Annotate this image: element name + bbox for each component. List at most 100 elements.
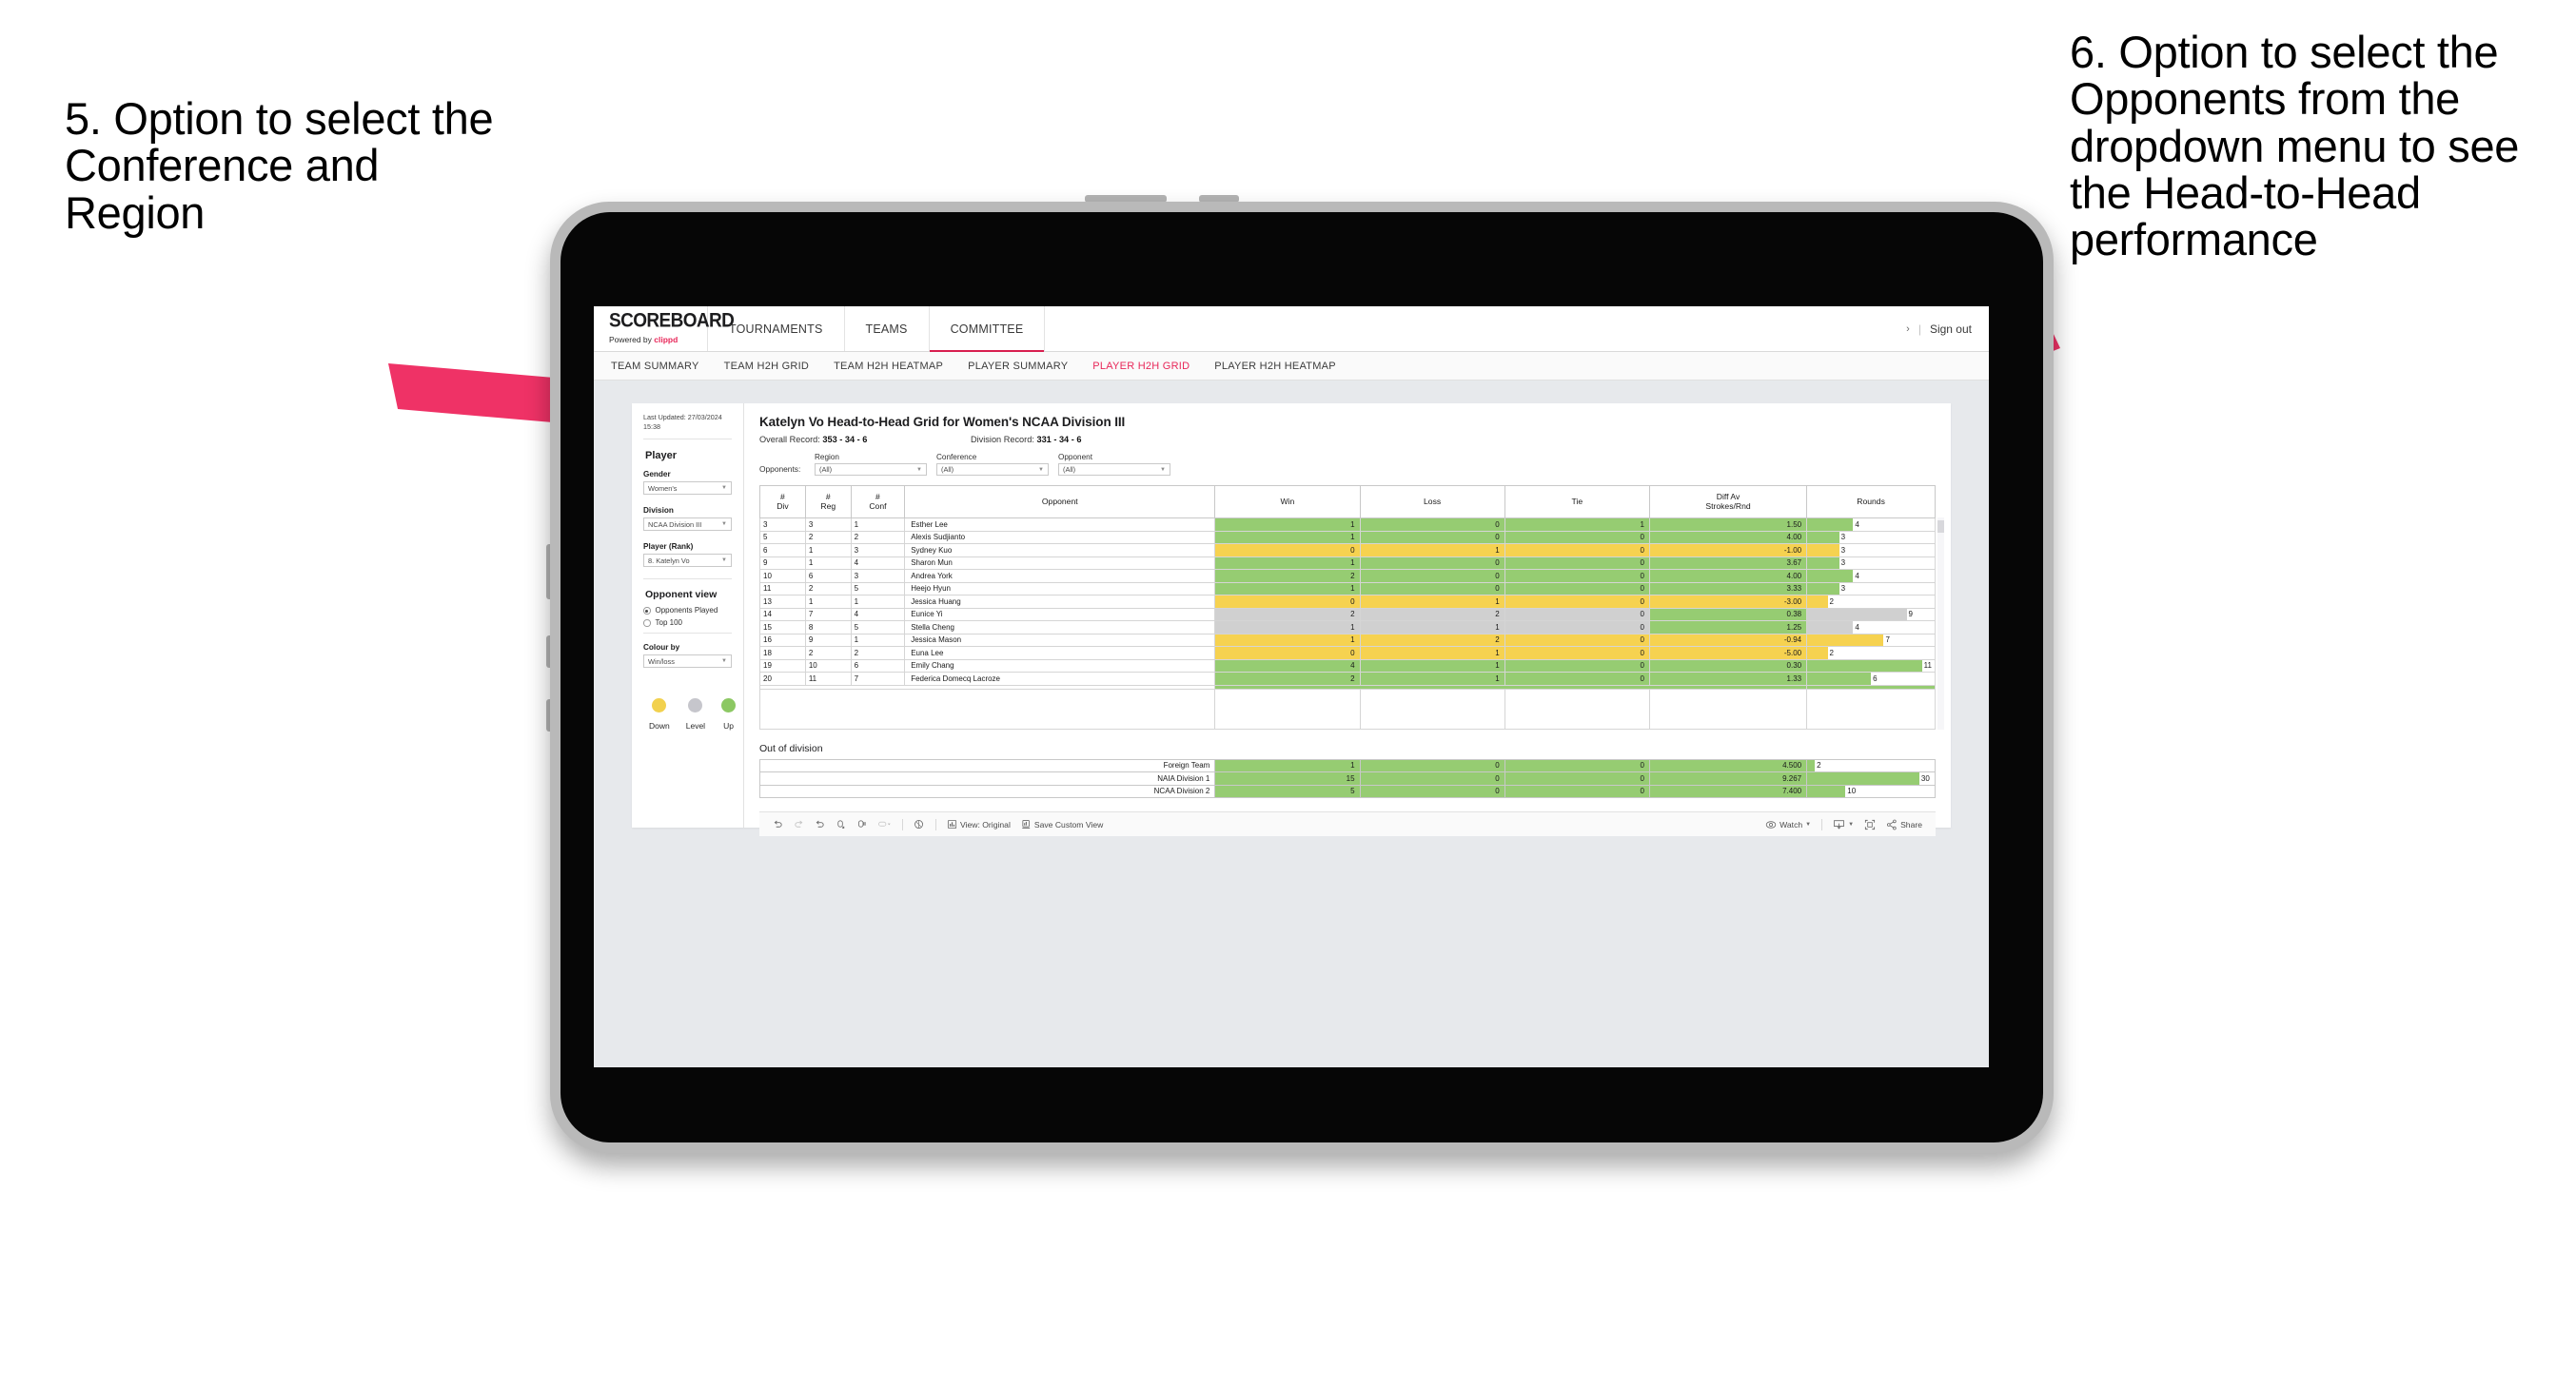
cell-reg: 11 [804, 672, 852, 686]
view-original-button[interactable]: View: Original [947, 819, 1011, 830]
table-row[interactable]: 19 10 6 Emily Chang 4 1 0 0.30 11 [759, 658, 1936, 673]
region-select[interactable]: (All) ▼ [815, 463, 927, 476]
sub-navigation: TEAM SUMMARY TEAM H2H GRID TEAM H2H HEAT… [594, 352, 1989, 381]
scrollbar-thumb[interactable] [1937, 520, 1944, 533]
cell-div: 16 [759, 633, 806, 647]
cell-reg: 1 [804, 556, 852, 570]
cell-conf: 5 [850, 620, 906, 634]
cell-diff: 0.30 [1648, 658, 1808, 673]
cell-rounds: 3 [1806, 530, 1936, 544]
pause-data-icon[interactable] [856, 819, 867, 830]
table-row[interactable]: 3 3 1 Esther Lee 1 0 1 1.50 4 [759, 517, 1936, 532]
legend-label-up: Up [723, 721, 734, 732]
player-rank-value: 8. Katelyn Vo [648, 556, 690, 565]
conference-select[interactable]: (All) ▼ [936, 463, 1049, 476]
cell-reg: 6 [804, 569, 852, 583]
table-footer-row [758, 688, 1936, 730]
redo-icon[interactable] [794, 819, 804, 830]
cell-rounds: 10 [1806, 784, 1936, 798]
chevron-right-icon[interactable]: › [1906, 323, 1910, 335]
out-of-division-row[interactable]: NCAA Division 2 5 0 0 7.400 10 [758, 784, 1936, 798]
cell-reg: 2 [804, 646, 852, 660]
divider: | [1917, 322, 1921, 336]
legend-dot-up [721, 698, 737, 713]
player-rank-select[interactable]: 8. Katelyn Vo ▼ [643, 554, 732, 568]
cell-div: 20 [759, 672, 806, 686]
legend-label-down: Down [649, 721, 670, 732]
chevron-down-icon: ▼ [721, 557, 727, 564]
cell-diff: 4.00 [1648, 569, 1808, 583]
subnav-team-h2h-heatmap[interactable]: TEAM H2H HEATMAP [834, 361, 943, 372]
cell-diff: -1.00 [1648, 543, 1808, 557]
cell-rounds: 4 [1806, 620, 1936, 634]
colour-by-select[interactable]: Win/loss ▼ [643, 654, 732, 669]
cell-tie: 0 [1504, 646, 1650, 660]
zoom-icon[interactable] [914, 819, 925, 830]
cell-diff: 3.33 [1648, 581, 1808, 595]
cell-tie: 0 [1504, 633, 1650, 647]
screenshot-root: 5. Option to select the Conference and R… [0, 0, 2576, 1386]
subnav-team-h2h-grid[interactable]: TEAM H2H GRID [724, 361, 809, 372]
nav-tournaments[interactable]: TOURNAMENTS [708, 306, 845, 351]
table-row[interactable]: 16 9 1 Jessica Mason 1 2 0 -0.94 7 [759, 633, 1936, 647]
table-row[interactable]: 5 2 2 Alexis Sudjianto 1 0 0 4.00 3 [759, 530, 1936, 544]
table-row[interactable]: 13 1 1 Jessica Huang 0 1 0 -3.00 2 [759, 595, 1936, 609]
nav-committee[interactable]: COMMITTEE [929, 306, 1046, 352]
cell-opponent: Sharon Mun [904, 556, 1216, 570]
table-row[interactable]: 11 2 5 Heejo Hyun 1 0 0 3.33 3 [759, 581, 1936, 595]
table-row[interactable]: 20 11 7 Federica Domecq Lacroze 2 1 0 1.33 6 [759, 672, 1936, 686]
division-select[interactable]: NCAA Division III ▼ [643, 517, 732, 532]
subnav-team-summary[interactable]: TEAM SUMMARY [611, 361, 699, 372]
table-scrollbar[interactable] [1937, 517, 1944, 730]
download-button[interactable]: ▼ [1833, 819, 1854, 830]
cell-opponent: Emily Chang [904, 658, 1216, 673]
highlight-icon[interactable] [877, 819, 892, 830]
table-row[interactable]: 14 7 4 Eunice Yi 2 2 0 0.38 9 [759, 607, 1936, 621]
subnav-player-h2h-heatmap[interactable]: PLAYER H2H HEATMAP [1214, 361, 1336, 372]
fullscreen-button[interactable] [1864, 819, 1876, 830]
table-row[interactable]: 15 8 5 Stella Cheng 1 1 0 1.25 4 [759, 620, 1936, 634]
divider [935, 818, 936, 830]
table-row[interactable]: 6 1 3 Sydney Kuo 0 1 0 -1.00 3 [759, 543, 1936, 557]
undo-icon[interactable] [773, 819, 783, 830]
cell-loss: 0 [1359, 517, 1505, 532]
chevron-down-icon: ▼ [721, 485, 727, 492]
region-value: (All) [819, 465, 833, 474]
nav-teams[interactable]: TEAMS [845, 306, 930, 351]
top-navigation: SCOREBOARD Powered by clippd TOURNAMENTS… [594, 306, 1989, 352]
table-header-cell: # Div [759, 485, 806, 518]
watch-button[interactable]: Watch ▼ [1765, 819, 1811, 830]
share-button[interactable]: Share [1886, 819, 1922, 830]
out-of-division-row[interactable]: Foreign Team 1 0 0 4.500 2 [758, 758, 1936, 772]
table-row[interactable]: 18 2 2 Euna Lee 0 1 0 -5.00 2 [759, 646, 1936, 660]
divider [643, 578, 732, 580]
cell-group-name: Foreign Team [758, 758, 1216, 772]
cell-opponent: Eunice Yi [904, 607, 1216, 621]
radio-top-100[interactable]: Top 100 [643, 618, 732, 627]
table-row[interactable]: 9 1 4 Sharon Mun 1 0 0 3.67 3 [759, 556, 1936, 570]
conference-filter: Conference (All) ▼ [936, 453, 1049, 476]
radio-opponents-played[interactable]: Opponents Played [643, 606, 732, 615]
chevron-down-icon: ▼ [1160, 466, 1166, 473]
sign-out-link[interactable]: Sign out [1930, 322, 1972, 336]
out-of-division-row[interactable]: NAIA Division 1 15 0 0 9.267 30 [758, 771, 1936, 786]
opponent-select[interactable]: (All) ▼ [1058, 463, 1170, 476]
table-row[interactable]: 10 6 3 Andrea York 2 0 0 4.00 4 [759, 569, 1936, 583]
h2h-table: # Div # Reg # Conf Opponent Win Loss Tie Diff Av St… [758, 485, 1936, 730]
table-body: 3 3 1 Esther Lee 1 0 1 1.50 4 5 2 2 Alexis Sudjianto… [758, 517, 1936, 730]
revert-icon[interactable] [815, 819, 825, 830]
subnav-player-summary[interactable]: PLAYER SUMMARY [968, 361, 1068, 372]
cell-reg: 3 [804, 517, 852, 532]
divider [643, 633, 732, 634]
conference-value: (All) [941, 465, 954, 474]
cell-div: 15 [759, 620, 806, 634]
cell-reg: 1 [804, 543, 852, 557]
cell-rounds: 30 [1806, 771, 1936, 786]
save-custom-view-button[interactable]: Save Custom View [1021, 819, 1103, 830]
gender-select[interactable]: Women's ▼ [643, 481, 732, 496]
player-rank-field: Player (Rank) 8. Katelyn Vo ▼ [643, 542, 732, 568]
opponent-filters: Opponents: Region (All) ▼ Conference (Al [759, 453, 1936, 476]
cell-rounds: 6 [1806, 672, 1936, 686]
subnav-player-h2h-grid[interactable]: PLAYER H2H GRID [1092, 361, 1190, 372]
refresh-data-icon[interactable] [836, 819, 846, 830]
